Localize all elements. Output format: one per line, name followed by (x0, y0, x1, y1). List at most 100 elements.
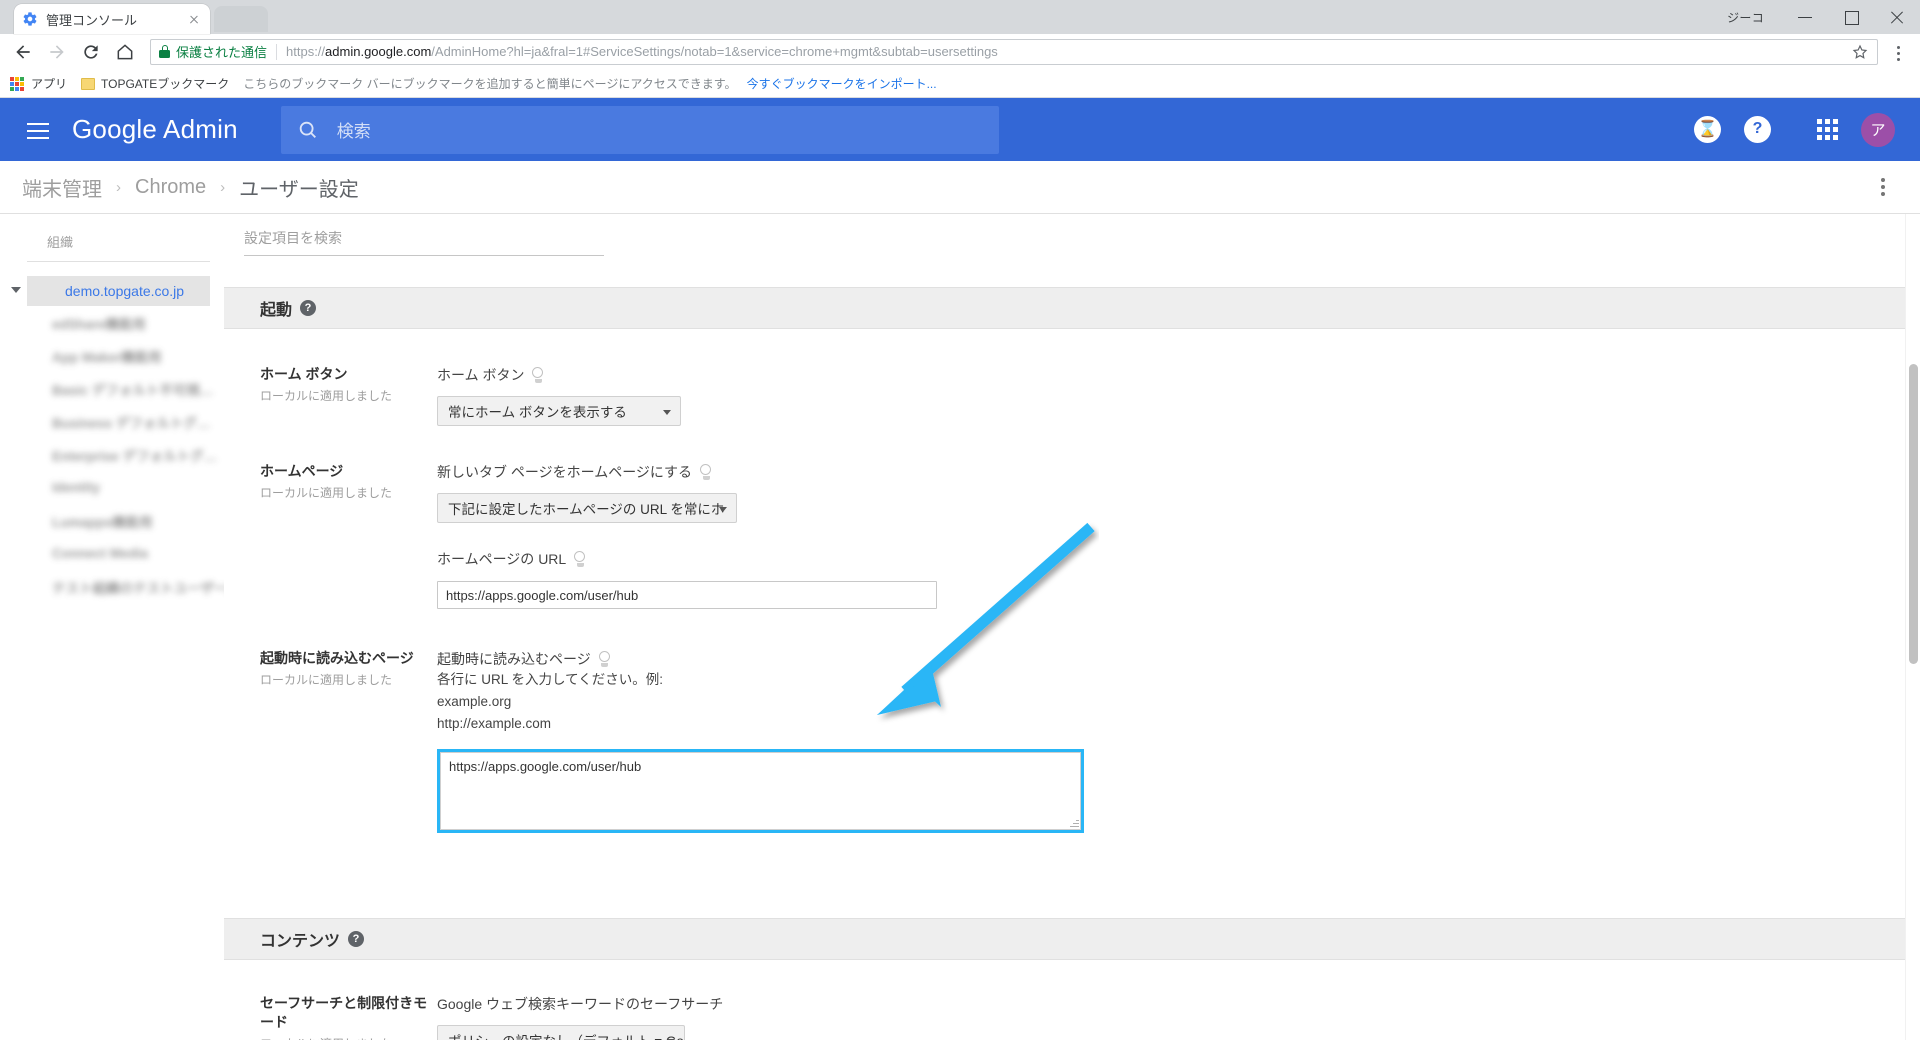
import-bookmarks-link[interactable]: 今すぐブックマークをインポート... (747, 75, 937, 92)
field-title-row: ホームページの URL (437, 549, 1920, 569)
breadcrumb-item-1[interactable]: Chrome (135, 176, 206, 199)
setting-control-block: ホーム ボタン 常にホーム ボタンを表示する (437, 365, 1920, 426)
bookmark-folder-topgate[interactable]: TOPGATEブックマーク (81, 75, 229, 92)
help-icon[interactable]: ? (300, 300, 317, 316)
setting-label-block: 起動時に読み込むページ ローカルに適用しました (260, 649, 437, 833)
apps-launcher-icon[interactable] (1806, 108, 1850, 152)
browser-tab[interactable]: 管理コンソール (14, 4, 210, 34)
sidebar-item-org-5[interactable]: Identity (0, 471, 224, 504)
breadcrumb: 端末管理 › Chrome › ユーザー設定 (0, 161, 1920, 214)
setting-label-block: ホーム ボタン ローカルに適用しました (260, 365, 437, 426)
homepage-url-input[interactable]: https://apps.google.com/user/hub (437, 581, 937, 609)
sidebar-item-org-1[interactable]: App Maker機能用 (0, 339, 224, 372)
sidebar-item-org-3[interactable]: Business デフォルトグ… (0, 405, 224, 438)
section-title: 起動 (260, 302, 293, 319)
back-icon[interactable] (8, 37, 38, 67)
maximize-icon[interactable] (1828, 0, 1874, 34)
sidebar-item-label: Identity (52, 480, 101, 495)
header-actions: ⌛ ? ア (1680, 98, 1900, 161)
divider (276, 43, 278, 60)
vertical-scrollbar[interactable] (1905, 214, 1920, 1040)
chrome-menu-icon[interactable] (1884, 37, 1912, 67)
homepage-select-value: 下記に設定したホームページの URL を常にホ (448, 502, 725, 517)
hourglass-icon[interactable]: ⌛ (1686, 108, 1730, 152)
reload-icon[interactable] (76, 37, 106, 67)
url-host: admin.google.com (325, 44, 432, 59)
field-title: 新しいタブ ページをホームページにする (437, 464, 693, 480)
sidebar-org-children: edShare機能用 App Maker機能用 Basic デフォルト不可視… Bus… (0, 306, 241, 603)
setting-control-block: 起動時に読み込むページ 各行に URL を入力してください。例: example… (437, 649, 1920, 833)
page-body: 組織 demo.topgate.co.jp edShare機能用 App Make… (0, 214, 1920, 1040)
settings-content: 設定項目を検索 起動 ? ホーム ボタン ローカルに適用しました ホーム ボタン (224, 214, 1920, 1040)
breadcrumb-item-0[interactable]: 端末管理 (22, 173, 102, 202)
sidebar-item-label: Basic デフォルト不可視… (52, 382, 214, 398)
home-button-select[interactable]: 常にホーム ボタンを表示する (437, 396, 681, 426)
help-icon[interactable]: ? (348, 930, 365, 947)
window-user-label[interactable]: ジーコ (1727, 9, 1764, 26)
hourglass-glyph: ⌛ (1694, 115, 1721, 143)
helper-line-0: 各行に URL を入力してください。例: (437, 672, 663, 687)
address-bar[interactable]: 保護された通信 https://admin.google.com/AdminHo… (150, 38, 1878, 65)
sidebar-item-org-2[interactable]: Basic デフォルト不可視… (0, 372, 224, 405)
home-icon[interactable] (110, 37, 140, 67)
sidebar-item-org-8[interactable]: テスト組織のテストユーザー用 (0, 570, 241, 603)
startup-pages-textarea[interactable]: https://apps.google.com/user/hub (437, 748, 1084, 833)
section-header-content: コンテンツ ? (224, 917, 1920, 960)
setting-label: ホームページ (260, 463, 344, 479)
more-options-icon[interactable] (1870, 175, 1894, 199)
setting-label-block: ホームページ ローカルに適用しました (260, 462, 437, 609)
sidebar-item-root-org[interactable]: demo.topgate.co.jp (11, 276, 210, 306)
sidebar-title: 組織 (47, 235, 74, 250)
setting-startup-pages: 起動時に読み込むページ ローカルに適用しました 起動時に読み込むページ 各行に … (224, 649, 1920, 833)
field-title: Google ウェブ検索キーワードのセーフサーチ (437, 995, 724, 1012)
hamburger-menu-icon[interactable] (18, 110, 58, 150)
home-button-select-value: 常にホーム ボタンを表示する (448, 405, 627, 420)
bookmark-apps-label: アプリ (31, 77, 68, 91)
sidebar-item-org-6[interactable]: Lumapps機能用 (0, 504, 224, 537)
sidebar-item-org-4[interactable]: Enterprise デフォルトグ… (0, 438, 224, 471)
brand-title: Google Admin (72, 114, 238, 144)
field-title-row: 起動時に読み込むページ (437, 649, 1920, 669)
helper-line-2: http://example.com (437, 715, 552, 731)
forward-icon (42, 37, 72, 67)
chevron-right-icon: › (116, 178, 121, 196)
setting-sublabel: ローカルに適用しました (260, 388, 393, 403)
close-icon[interactable] (186, 11, 202, 27)
chevron-down-icon[interactable] (11, 287, 21, 293)
safesearch-select[interactable]: ポリシーの設定なし（デフォルト = Google ウ (437, 1024, 685, 1040)
chrome-browser-window: 管理コンソール ジーコ 保護された通信 https://admin.google… (0, 0, 1920, 1040)
breadcrumb-item-2: ユーザー設定 (239, 178, 359, 201)
section-title: コンテンツ (260, 932, 341, 950)
setting-sublabel: ローカルに適用しました (260, 672, 393, 687)
setting-sublabel: ローカルに適用しました (260, 485, 393, 500)
lock-icon (159, 45, 170, 58)
setting-home-button: ホーム ボタン ローカルに適用しました ホーム ボタン 常にホーム ボタンを表示… (224, 365, 1920, 426)
scrollbar-thumb[interactable] (1909, 364, 1918, 664)
bookmark-apps[interactable]: アプリ (10, 75, 67, 92)
window-close-icon[interactable] (1874, 0, 1920, 34)
sidebar-item-org-7[interactable]: Connect Media (0, 537, 224, 570)
new-tab-button[interactable] (214, 6, 268, 32)
lightbulb-icon (574, 551, 586, 567)
field-title-row: 新しいタブ ページをホームページにする (437, 462, 1920, 482)
browser-toolbar: 保護された通信 https://admin.google.com/AdminHo… (0, 34, 1920, 70)
setting-safesearch: セーフサーチと制限付きモード ローカルに適用しました Google ウェブ検索キ… (224, 994, 1920, 1040)
admin-header: Google Admin 検索 ⌛ ? ア (0, 98, 1920, 161)
help-icon[interactable]: ? (1736, 108, 1780, 152)
minimize-icon[interactable] (1782, 0, 1828, 34)
search-placeholder: 検索 (336, 122, 371, 141)
homepage-select[interactable]: 下記に設定したホームページの URL を常にホ (437, 493, 737, 523)
org-sidebar: 組織 demo.topgate.co.jp edShare機能用 App Make… (0, 214, 241, 1040)
safesearch-select-value: ポリシーの設定なし（デフォルト = Google ウ (448, 1030, 684, 1040)
bookmark-star-icon[interactable] (1849, 41, 1871, 63)
sidebar-item-label: edShare機能用 (52, 316, 146, 332)
section-header-startup: 起動 ? (224, 287, 1920, 329)
avatar[interactable]: ア (1856, 108, 1900, 152)
sidebar-item-org-0[interactable]: edShare機能用 (0, 306, 224, 339)
field-title: 起動時に読み込むページ (437, 651, 591, 667)
settings-search-input[interactable]: 設定項目を検索 (244, 228, 604, 256)
setting-sublabel: ローカルに適用しました (260, 1035, 437, 1040)
sidebar-item-label: App Maker機能用 (52, 349, 162, 365)
search-input[interactable]: 検索 (280, 105, 999, 154)
resize-handle-icon[interactable] (1069, 818, 1079, 828)
